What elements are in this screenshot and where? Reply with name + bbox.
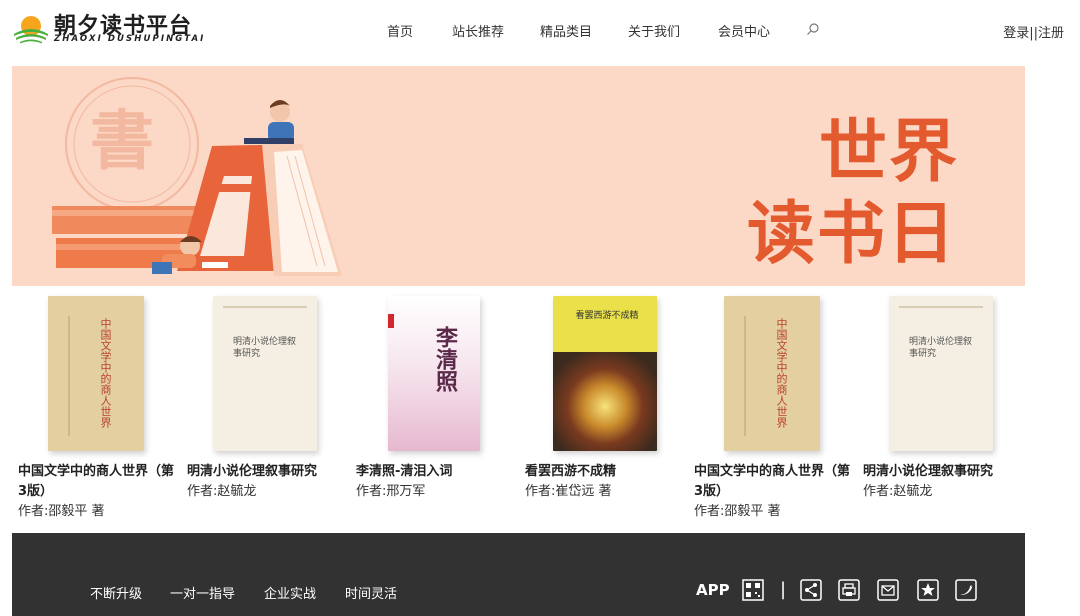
book-author: 作者:赵毓龙: [863, 484, 933, 499]
book-title[interactable]: 中国文学中的商人世界（第3版）: [18, 462, 176, 502]
book-list: 中国文学中的商人世界 中国文学中的商人世界（第3版） 作者:邵毅平 著 明清小说…: [12, 296, 1025, 526]
book-title[interactable]: 明清小说伦理叙事研究: [863, 462, 1021, 482]
book-author: 作者:邵毅平 著: [694, 504, 781, 519]
banner-title-line2: 读书日: [747, 195, 958, 274]
logo-subtitle: ZHAOXI DUSHUPINGTAI: [54, 34, 206, 44]
cover-line: [223, 306, 307, 308]
cover-line: [68, 316, 70, 436]
footer-link-guidance[interactable]: 一对一指导: [170, 583, 235, 602]
nav-categories[interactable]: 精品类目: [540, 21, 592, 40]
auth-links: 登录||注册: [1003, 22, 1064, 41]
footer-link-upgrade[interactable]: 不断升级: [90, 583, 142, 602]
cover-line: [744, 316, 746, 436]
qrcode-icon[interactable]: [742, 579, 764, 601]
app-label[interactable]: APP: [696, 581, 730, 599]
seal-character: 書: [90, 105, 154, 179]
cover-title: 李清照: [432, 326, 457, 392]
book-cover[interactable]: 明清小说伦理叙事研究: [213, 296, 317, 451]
site-logo[interactable]: 朝夕读书平台 ZHAOXI DUSHUPINGTAI: [12, 10, 203, 48]
mail-icon[interactable]: [877, 579, 899, 601]
cover-line: [899, 306, 983, 308]
hero-banner[interactable]: 書 世界 读书日: [12, 66, 1025, 286]
search-icon[interactable]: [806, 22, 820, 36]
share-icon[interactable]: [800, 579, 822, 601]
book-author: 作者:崔岱远 著: [525, 484, 612, 499]
cover-title: 明清小说伦理叙事研究: [233, 337, 297, 359]
login-link[interactable]: 登录: [1003, 26, 1029, 41]
book-cover[interactable]: 李清照: [388, 296, 480, 451]
footer-link-practice[interactable]: 企业实战: [264, 583, 316, 602]
sunrise-logo-icon: [14, 16, 48, 44]
book-cover[interactable]: 中国文学中的商人世界: [724, 296, 820, 451]
auth-separator: ||: [1029, 26, 1038, 41]
book-cover[interactable]: 中国文学中的商人世界: [48, 296, 144, 451]
book-title[interactable]: 明清小说伦理叙事研究: [187, 462, 345, 482]
book-author: 作者:邵毅平 著: [18, 504, 105, 519]
cover-title: 明清小说伦理叙事研究: [909, 337, 973, 359]
cover-art: [553, 352, 657, 451]
footer-link-flexible[interactable]: 时间灵活: [345, 583, 397, 602]
register-link[interactable]: 注册: [1038, 26, 1064, 41]
footer-separator: |: [780, 579, 787, 600]
twitter-icon[interactable]: [955, 579, 977, 601]
cover-mark: [388, 314, 394, 328]
print-icon[interactable]: [838, 579, 860, 601]
nav-about[interactable]: 关于我们: [628, 21, 680, 40]
book-title[interactable]: 看罢西游不成精: [525, 462, 683, 482]
book-title[interactable]: 中国文学中的商人世界（第3版）: [694, 462, 852, 502]
book-cover[interactable]: 明清小说伦理叙事研究: [889, 296, 993, 451]
book-author: 作者:邢万军: [356, 484, 426, 499]
site-header: 朝夕读书平台 ZHAOXI DUSHUPINGTAI 首页 站长推荐 精品类目 …: [0, 0, 1080, 62]
site-footer: 不断升级 一对一指导 企业实战 时间灵活 APP |: [12, 533, 1025, 616]
book-author: 作者:赵毓龙: [187, 484, 257, 499]
cover-title: 中国文学中的商人世界: [99, 318, 112, 428]
nav-member[interactable]: 会员中心: [718, 21, 770, 40]
star-icon[interactable]: [917, 579, 939, 601]
nav-home[interactable]: 首页: [387, 21, 413, 40]
cover-title: 看罢西游不成精: [575, 311, 639, 321]
cover-title: 中国文学中的商人世界: [775, 318, 788, 428]
nav-recommend[interactable]: 站长推荐: [452, 21, 504, 40]
book-cover[interactable]: 看罢西游不成精: [553, 296, 657, 451]
book-title[interactable]: 李清照-清泪入词: [356, 462, 514, 482]
